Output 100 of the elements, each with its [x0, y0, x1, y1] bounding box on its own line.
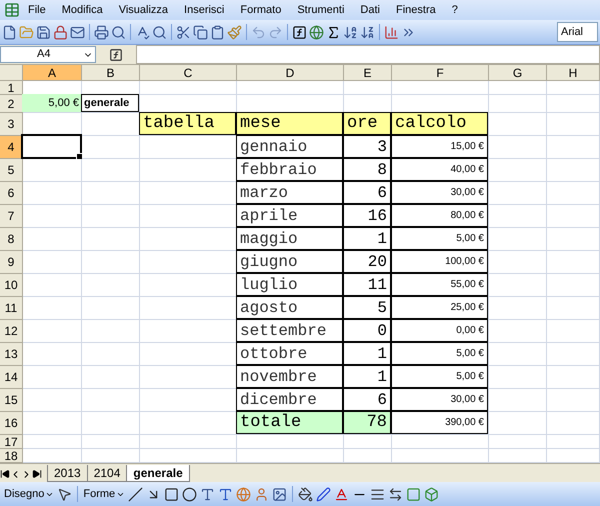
formula-field[interactable]	[136, 45, 600, 64]
empty-cell	[82, 366, 140, 389]
empty-cell	[82, 320, 140, 343]
row-header[interactable]: 6	[0, 182, 23, 205]
column-header[interactable]: D	[237, 65, 344, 81]
row-header[interactable]: 15	[0, 389, 23, 412]
function-icon[interactable]	[292, 24, 307, 40]
line-color-icon[interactable]	[316, 486, 332, 502]
row-header[interactable]: 1	[0, 81, 23, 95]
text-box-icon[interactable]	[200, 486, 216, 502]
row-header[interactable]: 18	[0, 449, 23, 463]
scissors-icon[interactable]	[176, 24, 191, 40]
table-cell: 0	[343, 319, 391, 342]
empty-cell	[489, 95, 547, 113]
empty-cell	[547, 136, 600, 159]
column-header[interactable]: G	[489, 65, 547, 81]
bar-chart-icon[interactable]	[384, 24, 399, 40]
menu-item[interactable]: Visualizza	[110, 0, 176, 20]
empty-cell	[82, 274, 140, 297]
row-header[interactable]: 13	[0, 343, 23, 366]
pointer-icon[interactable]	[57, 486, 72, 502]
function-icon[interactable]	[109, 48, 123, 62]
lock-icon[interactable]	[53, 24, 68, 40]
table-cell: giugno	[236, 250, 343, 273]
table-cell: tabella	[139, 112, 236, 135]
table-cell: 40,00 €	[391, 158, 488, 181]
font-color-icon[interactable]	[334, 486, 350, 502]
table-cell: aprile	[236, 204, 343, 227]
menu-item[interactable]: File	[20, 0, 54, 20]
table-cell: 5,00 €	[22, 94, 81, 112]
table-cell: 30,00 €	[391, 181, 488, 204]
column-header[interactable]: B	[82, 65, 140, 81]
column-header[interactable]: H	[547, 65, 600, 81]
column-header[interactable]: A	[23, 65, 82, 81]
column-header[interactable]: C	[140, 65, 237, 81]
globe-icon[interactable]	[309, 24, 324, 40]
sheet-tab[interactable]: 2013	[47, 465, 88, 482]
menu-item[interactable]: Dati	[352, 0, 388, 20]
draw-menu[interactable]: Disegno	[4, 488, 54, 500]
row-header[interactable]: 14	[0, 366, 23, 389]
shapes-menu[interactable]: Forme	[83, 488, 126, 500]
arrow-style-icon[interactable]	[388, 486, 404, 502]
row-header[interactable]: 2	[0, 95, 23, 113]
table-cell: 100,00 €	[391, 250, 488, 273]
row-header[interactable]: 7	[0, 205, 23, 228]
row-header[interactable]: 8	[0, 228, 23, 251]
table-cell: 390,00 €	[391, 411, 488, 434]
column-header[interactable]: E	[344, 65, 392, 81]
menu-item[interactable]: Finestra	[388, 0, 444, 20]
row-header[interactable]: 16	[0, 412, 23, 435]
sort-ascending-icon[interactable]	[343, 24, 358, 40]
last-sheet-icon[interactable]	[32, 469, 42, 479]
row-header[interactable]: 10	[0, 274, 23, 297]
empty-cell	[489, 136, 547, 159]
row-header[interactable]: 11	[0, 297, 23, 320]
menu-item[interactable]: Strumenti	[289, 0, 352, 20]
save-icon[interactable]	[36, 24, 51, 40]
menu-item[interactable]: Modifica	[54, 0, 111, 20]
empty-cell	[547, 366, 600, 389]
table-cell: marzo	[236, 181, 343, 204]
table-cell: 78	[343, 411, 391, 434]
copy-icon[interactable]	[193, 24, 208, 40]
sort-descending-icon[interactable]	[360, 24, 375, 40]
search-icon[interactable]	[152, 24, 167, 40]
row-header[interactable]: 17	[0, 435, 23, 449]
row-header[interactable]: 4	[0, 136, 23, 159]
empty-cell	[547, 81, 600, 95]
row-header[interactable]: 3	[0, 113, 23, 136]
row-header[interactable]: 9	[0, 251, 23, 274]
empty-cell	[547, 412, 600, 435]
mail-icon[interactable]	[70, 24, 85, 40]
paintbrush-icon[interactable]	[227, 24, 242, 40]
printer-icon[interactable]	[94, 24, 109, 40]
first-sheet-icon[interactable]	[0, 469, 10, 479]
menu-item[interactable]: Formato	[232, 0, 290, 20]
line-icon[interactable]	[128, 486, 144, 502]
empty-cell	[547, 320, 600, 343]
sigma-icon[interactable]	[326, 24, 341, 40]
row-header[interactable]: 12	[0, 320, 23, 343]
spellcheck-icon[interactable]	[135, 24, 150, 40]
name-box[interactable]: A4	[0, 46, 96, 63]
spreadsheet-icon[interactable]	[4, 2, 20, 18]
empty-cell	[489, 274, 547, 297]
empty-cell	[547, 228, 600, 251]
empty-cell	[547, 297, 600, 320]
row-header[interactable]: 5	[0, 159, 23, 182]
sheet-tab[interactable]: generale	[126, 465, 190, 482]
rectangle-icon[interactable]	[164, 486, 180, 502]
menu-item[interactable]: ?	[444, 0, 466, 20]
menu-item[interactable]: Inserisci	[176, 0, 232, 20]
dash-style-icon[interactable]	[370, 486, 386, 502]
3d-icon[interactable]	[424, 486, 440, 502]
oval-icon[interactable]	[182, 486, 198, 502]
new-file-icon[interactable]	[2, 24, 17, 40]
fill-color-icon[interactable]	[298, 486, 314, 502]
image-icon[interactable]	[272, 486, 288, 502]
font-field[interactable]: Arial	[557, 22, 598, 42]
column-header[interactable]: F	[392, 65, 489, 81]
paste-icon[interactable]	[210, 24, 225, 40]
empty-cell	[489, 435, 547, 449]
